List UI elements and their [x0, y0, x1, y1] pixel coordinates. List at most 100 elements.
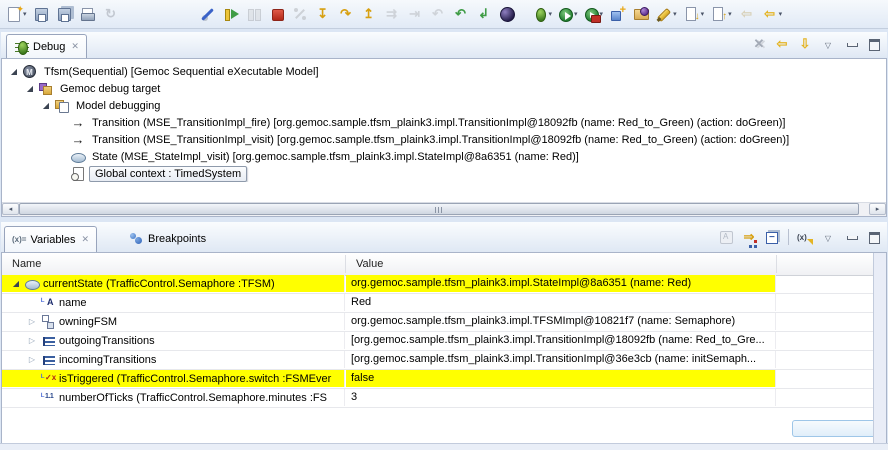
tab-breakpoints[interactable]: Breakpoints: [123, 226, 213, 252]
variable-row[interactable]: currentState (TrafficControl.Semaphore :…: [2, 275, 875, 294]
debug-view-toolbar: [750, 35, 883, 53]
back-to-last-location-dropdown-arrow[interactable]: ▾: [779, 10, 783, 18]
list-icon: [40, 333, 56, 349]
debug-tree-row[interactable]: Tfsm(Sequential) [Gemoc Sequential eXecu…: [2, 63, 886, 80]
next-annotation-icon: [684, 6, 700, 22]
variable-row[interactable]: incomingTransitions[org.gemoc.sample.tfs…: [2, 351, 875, 370]
tab-debug-close-icon[interactable]: ✕: [71, 41, 79, 52]
variable-row[interactable]: numberOfTicks (TrafficControl.Semaphore.…: [2, 389, 875, 408]
column-header-value[interactable]: Value: [346, 253, 776, 275]
column-header-name[interactable]: Name: [2, 253, 345, 275]
step-into-button[interactable]: [313, 3, 333, 25]
debug-launch-tree: Tfsm(Sequential) [Gemoc Sequential eXecu…: [2, 63, 886, 182]
back-disabled-button[interactable]: [737, 3, 757, 25]
minimize-button[interactable]: [842, 35, 860, 53]
run-dropdown-arrow[interactable]: ▾: [574, 10, 578, 18]
collapsed-expander-icon[interactable]: [24, 317, 40, 326]
run-external-tools-button[interactable]: ▾: [583, 3, 606, 25]
add-watch-expression-button[interactable]: [796, 228, 814, 246]
expanded-expander-icon[interactable]: [6, 67, 22, 76]
variables-vertical-scrollbar[interactable]: [873, 253, 886, 449]
collapsed-expander-icon[interactable]: [24, 355, 40, 364]
expanded-expander-icon[interactable]: [8, 279, 24, 288]
variable-row[interactable]: isTriggered (TrafficControl.Semaphore.sw…: [2, 370, 875, 389]
variable-name-label: isTriggered (TrafficControl.Semaphore.sw…: [59, 373, 331, 385]
column-divider[interactable]: [776, 255, 777, 273]
run-button[interactable]: ▾: [557, 3, 580, 25]
variable-name-cell: isTriggered (TrafficControl.Semaphore.sw…: [2, 370, 345, 387]
suspend-button[interactable]: [244, 3, 264, 25]
next-annotation-button[interactable]: ▾: [682, 3, 707, 25]
column-divider[interactable]: [345, 255, 346, 273]
step-back-button[interactable]: [773, 35, 791, 53]
collapse-all-icon: [764, 229, 780, 245]
scroll-right-button[interactable]: ▸: [869, 203, 886, 215]
skip-all-breakpoints-button[interactable]: [198, 3, 218, 25]
debug-tree-row[interactable]: Gemoc debug target: [2, 80, 886, 97]
variable-value-cell: [org.gemoc.sample.tfsm_plaink3.impl.Tran…: [346, 351, 776, 368]
show-type-names-button[interactable]: [717, 228, 735, 246]
toggle-mark-occurrences-icon: [656, 6, 672, 22]
expanded-expander-icon[interactable]: [38, 101, 54, 110]
step-backward-into-button[interactable]: [474, 3, 494, 25]
refresh-button[interactable]: [101, 3, 121, 25]
debug-tree-row[interactable]: Transition (MSE_TransitionImpl_fire) [or…: [2, 114, 886, 131]
engine-icon: [22, 64, 38, 80]
variable-row[interactable]: outgoingTransitions[org.gemoc.sample.tfs…: [2, 332, 875, 351]
undo-step-button[interactable]: [428, 3, 448, 25]
toggle-mark-occurrences-dropdown-arrow[interactable]: ▾: [673, 10, 677, 18]
resume-button[interactable]: [221, 3, 241, 25]
step-return-button[interactable]: [359, 3, 379, 25]
view-menu-button[interactable]: [819, 228, 837, 246]
expanded-expander-icon[interactable]: [22, 84, 38, 93]
disconnect-button[interactable]: [290, 3, 310, 25]
tab-debug[interactable]: Debug ✕: [6, 34, 87, 58]
debug-tree-row[interactable]: Model debugging: [2, 97, 886, 114]
collapse-all-button[interactable]: [763, 228, 781, 246]
collapsed-expander-icon[interactable]: [24, 336, 40, 345]
view-menu-button[interactable]: [819, 35, 837, 53]
tab-variables[interactable]: (x)= Variables ✕: [4, 226, 97, 252]
use-step-filters-button[interactable]: [405, 3, 425, 25]
variable-name-label: numberOfTicks (TrafficControl.Semaphore.…: [59, 392, 327, 404]
print-button[interactable]: [78, 3, 98, 25]
show-logical-structure-button[interactable]: [740, 228, 758, 246]
tab-variables-label: Variables: [30, 234, 75, 246]
back-to-last-location-button[interactable]: ▾: [760, 3, 785, 25]
step-over-button[interactable]: [336, 3, 356, 25]
disconnect-icon: [292, 6, 308, 22]
minimize-button[interactable]: [842, 228, 860, 246]
open-web-browser-button[interactable]: [631, 3, 651, 25]
debug-dropdown-arrow[interactable]: ▾: [549, 10, 553, 18]
toggle-mark-occurrences-button[interactable]: ▾: [654, 3, 679, 25]
maximize-button[interactable]: [865, 35, 883, 53]
remove-all-terminated-button[interactable]: [750, 35, 768, 53]
tab-variables-close-icon[interactable]: ✕: [82, 234, 90, 245]
debug-button[interactable]: ▾: [530, 3, 555, 25]
new-wizard-button[interactable]: ▾: [4, 3, 29, 25]
variable-row[interactable]: nameRed: [2, 294, 875, 313]
debug-tree-row[interactable]: Transition (MSE_TransitionImpl_visit) [o…: [2, 131, 886, 148]
terminate-button[interactable]: [267, 3, 287, 25]
debug-tree-row[interactable]: State (MSE_StateImpl_visit) [org.gemoc.s…: [2, 148, 886, 165]
next-annotation-dropdown-arrow[interactable]: ▾: [701, 10, 705, 18]
step-forward-button[interactable]: [796, 35, 814, 53]
debug-tree-row[interactable]: Global context : TimedSystem: [2, 165, 886, 182]
new-class-wizard-button[interactable]: [608, 3, 628, 25]
previous-annotation-dropdown-arrow[interactable]: ▾: [728, 10, 732, 18]
previous-annotation-button[interactable]: ▾: [709, 3, 734, 25]
scrollbar-thumb[interactable]: [19, 203, 859, 215]
view-menu-icon: [820, 36, 836, 52]
maximize-button[interactable]: [865, 228, 883, 246]
save-button[interactable]: [32, 3, 52, 25]
step-backward-button[interactable]: [451, 3, 471, 25]
save-all-button[interactable]: [55, 3, 75, 25]
run-to-line-button[interactable]: [382, 3, 402, 25]
scroll-left-button[interactable]: ◂: [2, 203, 19, 215]
debug-horizontal-scrollbar[interactable]: ◂ ▸: [2, 202, 886, 216]
variables-view-toolbar: [717, 228, 883, 246]
variable-row[interactable]: owningFSMorg.gemoc.sample.tfsm_plaink3.i…: [2, 313, 875, 332]
step-over-icon: [338, 6, 354, 22]
gemoc-engine-button[interactable]: [497, 3, 517, 25]
variables-icon: (x)=: [12, 235, 26, 244]
